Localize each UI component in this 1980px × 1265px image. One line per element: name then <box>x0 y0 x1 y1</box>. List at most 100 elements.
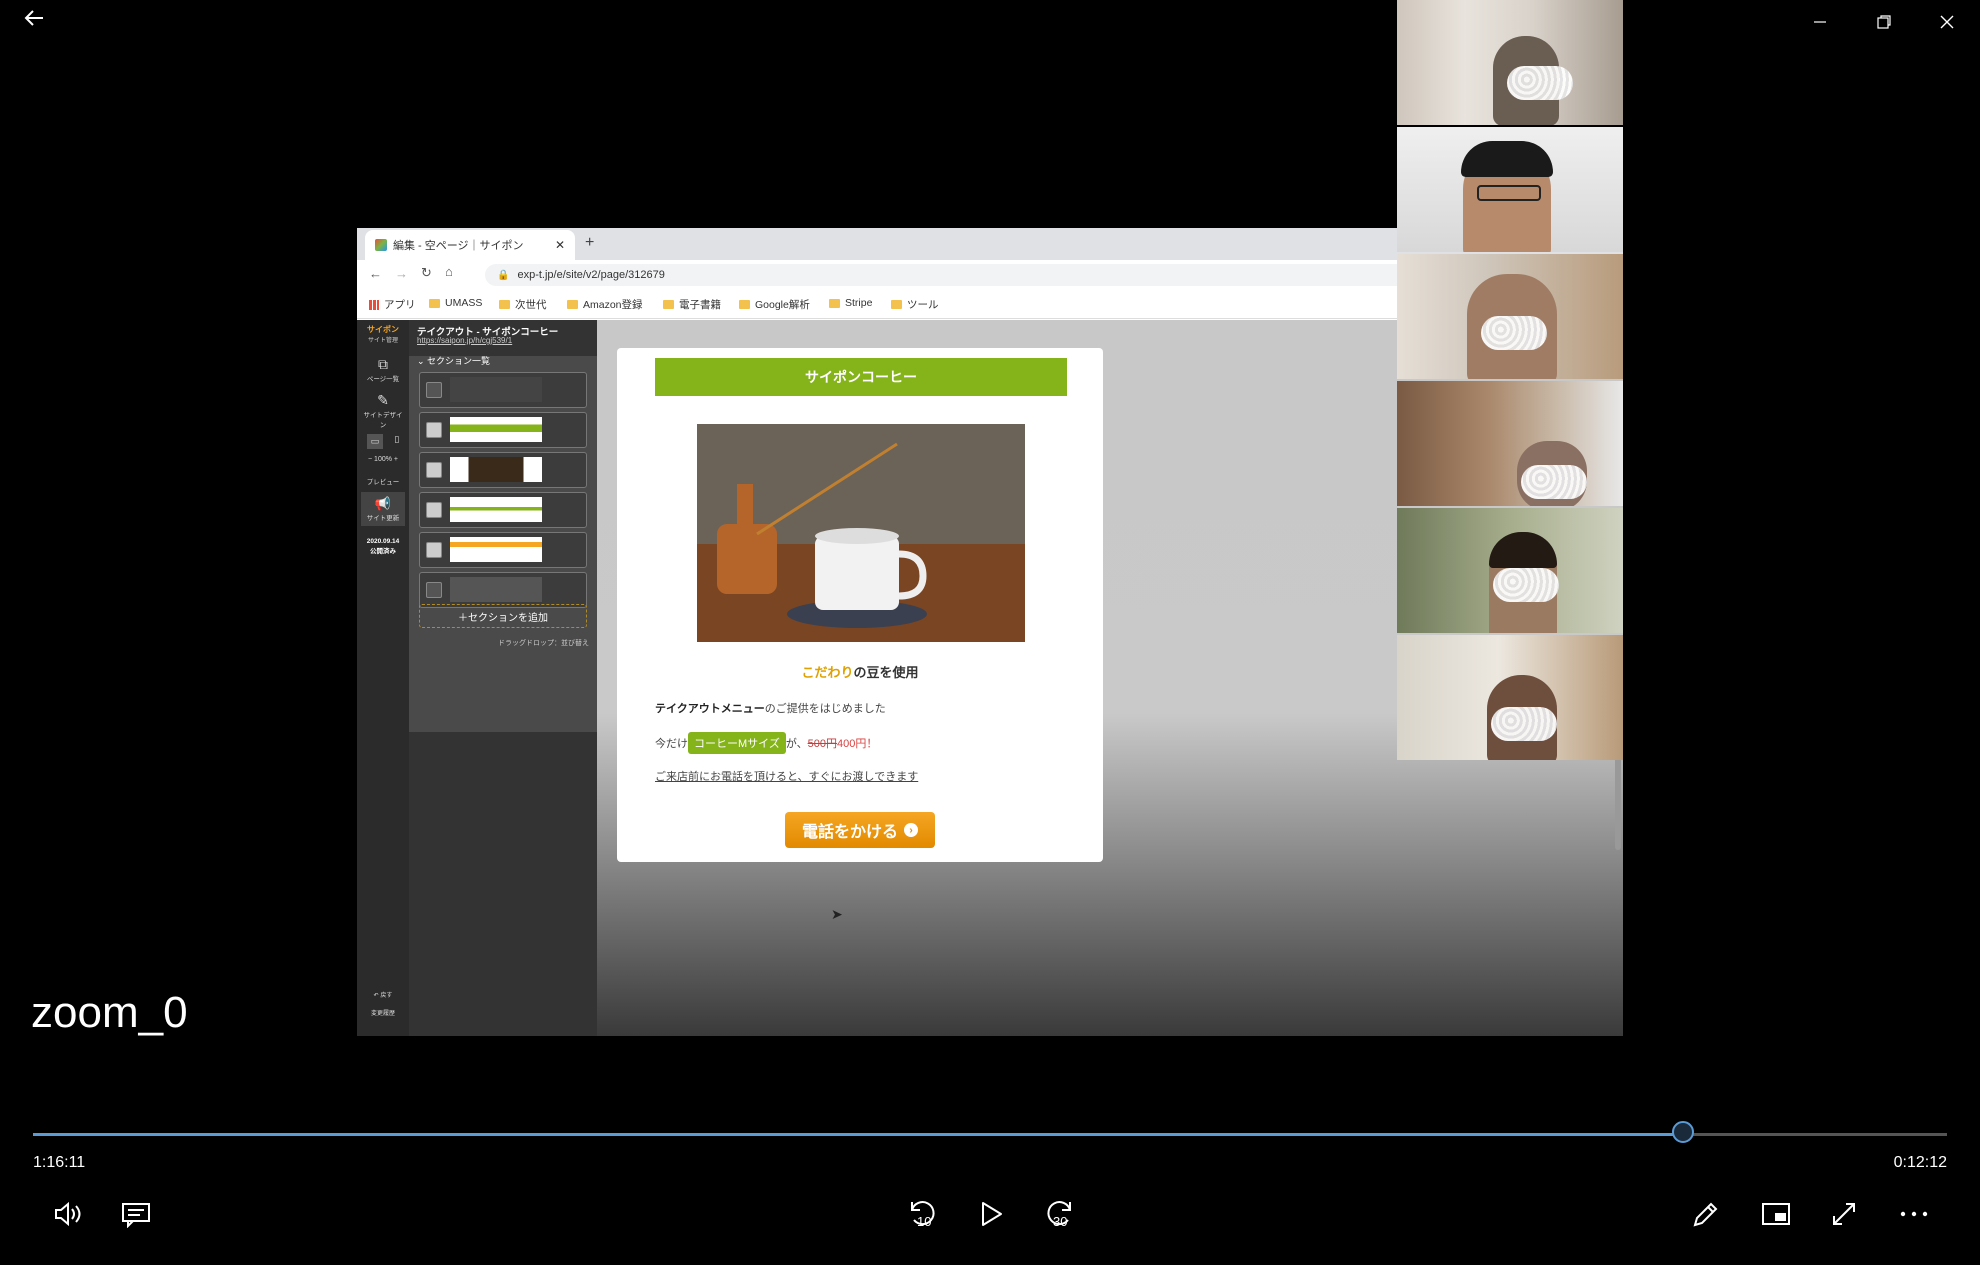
lock-icon: 🔒 <box>497 269 510 281</box>
apps-grid-icon <box>369 299 379 310</box>
volume-button[interactable] <box>48 1194 88 1234</box>
edit-button[interactable] <box>1686 1194 1726 1234</box>
bookmark-item[interactable]: Amazon登録 <box>567 297 643 312</box>
home-icon[interactable]: ⌂ <box>445 264 453 279</box>
section-list-header[interactable]: ⌄ セクション一覧 <box>417 354 490 367</box>
section-checkbox[interactable] <box>426 462 442 478</box>
add-section-button[interactable]: ＋ セクションを追加 <box>419 604 587 628</box>
new-price: 400円！ <box>836 738 878 750</box>
editor-rail: サイポン サイト管理 ⧉ ページ一覧 ✎ サイトデザイン ▭ ▯ − 100% … <box>357 320 409 1036</box>
section-checkbox[interactable] <box>426 542 442 558</box>
participant-video[interactable] <box>1397 508 1623 633</box>
section-thumbnail <box>450 417 542 442</box>
coffee-photo <box>697 424 1025 642</box>
section-row[interactable] <box>419 492 587 528</box>
mini-view-button[interactable] <box>1756 1194 1796 1234</box>
seek-progress <box>33 1133 1683 1136</box>
fullscreen-button[interactable] <box>1824 1194 1864 1234</box>
old-price: 500円 <box>807 738 837 750</box>
participant-video[interactable] <box>1397 0 1623 125</box>
browser-tab[interactable]: 編集 - 空ページ｜サイポン ✕ <box>365 230 575 260</box>
bookmark-apps[interactable]: アプリ <box>369 297 416 312</box>
section-row[interactable] <box>419 372 587 408</box>
tagline: こだわりの豆を使用 <box>801 665 919 680</box>
captions-button[interactable] <box>116 1194 156 1234</box>
section-checkbox[interactable] <box>426 582 442 598</box>
site-update-button[interactable]: 📢 サイト更新 <box>361 492 405 526</box>
section-checkbox[interactable] <box>426 382 442 398</box>
section-panel: テイクアウト - サイポンコーヒー https://saipon.jp/h/cg… <box>409 320 597 1036</box>
participant-video[interactable] <box>1397 127 1623 252</box>
glasses-icon <box>1477 185 1541 201</box>
close-button[interactable] <box>1925 6 1969 38</box>
skip-forward-button[interactable]: 30 <box>1040 1194 1080 1234</box>
mini-view-icon <box>1762 1203 1790 1225</box>
section-row[interactable] <box>419 412 587 448</box>
mobile-icon[interactable]: ▯ <box>394 434 399 449</box>
play-icon <box>982 1202 1002 1226</box>
restore-button[interactable] <box>1862 6 1906 38</box>
bookmark-item[interactable]: Stripe <box>829 297 872 309</box>
nav-forward-icon[interactable]: → <box>395 266 408 281</box>
design-button[interactable]: ✎ サイトデザイン <box>361 392 405 429</box>
participant-video[interactable] <box>1397 635 1623 760</box>
published-info: 2020.09.14 公開済み <box>366 538 400 555</box>
back-button[interactable] <box>12 2 56 34</box>
play-button[interactable] <box>971 1194 1011 1234</box>
undo-button[interactable]: ↶ 戻す <box>361 990 405 999</box>
captions-icon <box>122 1203 150 1228</box>
skip-forward-icon: 30 <box>1047 1201 1071 1229</box>
participant-video[interactable] <box>1397 254 1623 379</box>
app-logo[interactable]: サイポン サイト管理 <box>361 324 405 344</box>
section-checkbox[interactable] <box>426 502 442 518</box>
new-tab-icon[interactable]: + <box>585 234 594 252</box>
section-thumbnail <box>450 497 542 522</box>
megaphone-icon: 📢 <box>374 496 392 511</box>
close-icon <box>1940 15 1954 29</box>
folder-icon <box>891 300 902 309</box>
skip-back-button[interactable]: 10 <box>902 1194 942 1234</box>
call-button[interactable]: 電話をかける › <box>785 812 935 848</box>
nav-back-icon[interactable]: ← <box>369 266 382 281</box>
section-thumbnail <box>450 537 542 562</box>
remaining-time: 0:12:12 <box>1893 1154 1947 1171</box>
pages-button[interactable]: ⧉ ページ一覧 <box>361 356 405 383</box>
section-checkbox[interactable] <box>426 422 442 438</box>
promo-badge: コーヒーMサイズ <box>688 732 786 754</box>
reload-icon[interactable]: ↻ <box>421 265 432 281</box>
url-field[interactable]: 🔒 exp-t.jp/e/site/v2/page/312679 ⌕ <box>485 264 1505 286</box>
seek-bar[interactable] <box>33 1121 1947 1143</box>
participant-video[interactable] <box>1397 381 1623 506</box>
seek-thumb[interactable] <box>1671 1121 1694 1143</box>
folder-icon <box>429 298 440 308</box>
desktop-icon[interactable]: ▭ <box>366 434 384 449</box>
section-row[interactable] <box>419 572 587 608</box>
more-button[interactable] <box>1894 1194 1934 1234</box>
brush-icon: ✎ <box>377 392 389 408</box>
folder-icon <box>663 300 674 309</box>
elapsed-time: 1:16:11 <box>33 1154 86 1171</box>
page-preview: サイポンコーヒー こだわりの豆を使用 テイクアウトメニューのご提供をはじめました… <box>617 348 1103 862</box>
folder-icon <box>739 300 750 309</box>
bookmark-item[interactable]: 次世代 <box>499 297 547 312</box>
section-row[interactable] <box>419 532 587 568</box>
hair <box>1489 532 1557 568</box>
section-row[interactable] <box>419 452 587 488</box>
bookmark-item[interactable]: UMASS <box>429 297 482 309</box>
volume-icon <box>55 1201 81 1227</box>
site-url-link[interactable]: https://saipon.jp/h/cgj539/1 <box>417 336 512 345</box>
skip-back-icon: 10 <box>911 1201 935 1229</box>
folder-icon <box>829 298 840 308</box>
svg-text:10: 10 <box>917 1214 931 1229</box>
tab-title: 編集 - 空ページ｜サイポン <box>393 240 524 252</box>
page-header-bar[interactable]: サイポンコーヒー <box>655 358 1067 396</box>
bookmark-item[interactable]: 電子書籍 <box>663 297 721 312</box>
zoom-control[interactable]: − 100% + <box>361 456 405 463</box>
tab-close-icon[interactable]: ✕ <box>555 238 565 252</box>
canvas-scrollbar[interactable] <box>1615 750 1621 850</box>
bookmark-item[interactable]: Google解析 <box>739 297 810 312</box>
history-button[interactable]: 変更履歴 <box>361 1008 405 1017</box>
bookmark-item[interactable]: ツール <box>891 297 939 312</box>
preview-button[interactable]: プレビュー <box>361 476 405 486</box>
minimize-button[interactable] <box>1798 6 1842 38</box>
